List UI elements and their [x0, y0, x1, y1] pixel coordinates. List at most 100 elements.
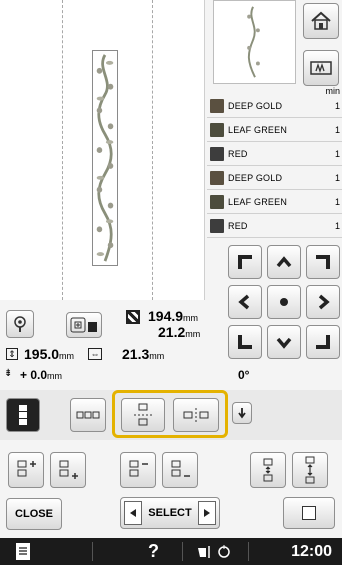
guide-line-right [152, 0, 153, 300]
stack-horizontal-icon [76, 411, 100, 419]
spacing-value: + 0.0mm [20, 368, 63, 382]
close-button[interactable]: CLOSE [6, 498, 62, 530]
embroidery-frame-button[interactable] [303, 50, 339, 86]
remove-top-button[interactable] [120, 452, 156, 488]
corner-down-left-icon [238, 335, 252, 349]
spacing-increase-button[interactable] [292, 452, 328, 488]
spacing-wide-icon [305, 456, 315, 484]
center-button[interactable] [267, 285, 301, 319]
thread-row[interactable]: RED 1 [207, 214, 342, 238]
thread-name: RED [228, 148, 248, 159]
add-bottom-button[interactable] [50, 452, 86, 488]
vine-pattern [92, 50, 118, 266]
move-up-button[interactable] [267, 245, 301, 279]
status-separator [248, 542, 249, 561]
angle-value: 0° [238, 368, 250, 382]
help-button[interactable]: ? [148, 541, 159, 562]
mode-highlight-frame [112, 390, 228, 438]
status-separator [92, 542, 93, 561]
thread-swatch [210, 98, 224, 113]
thread-swatch [210, 122, 224, 137]
spacing-icon: ⇟ [4, 368, 13, 379]
add-above-icon [17, 460, 36, 477]
thread-row[interactable]: LEAF GREEN 1 [207, 118, 342, 142]
document-icon[interactable] [16, 543, 30, 560]
corner-up-right-icon [316, 255, 330, 269]
move-left-button[interactable] [228, 285, 262, 319]
thread-count: 1 [334, 148, 340, 159]
center-dot-icon [280, 298, 288, 306]
download-button[interactable] [232, 402, 252, 424]
total-height-value: 195.0mm [24, 346, 75, 362]
down-arrow-icon [238, 408, 246, 419]
move-up-left-button[interactable] [228, 245, 262, 279]
guide-line-left [62, 0, 63, 300]
move-down-right-button[interactable] [306, 325, 340, 359]
frame-icon [310, 61, 332, 75]
magnifier-icon [14, 316, 26, 332]
thread-count: 1 [334, 172, 340, 183]
thread-color-list[interactable]: min DEEP GOLD 1 LEAF GREEN 1 RED 1 DEEP … [207, 86, 342, 238]
select-prev-button[interactable] [124, 501, 142, 525]
design-width-value: 21.2mm [158, 324, 201, 340]
status-bar: ? 12:00 [0, 538, 342, 565]
embroidery-preview[interactable] [0, 0, 205, 300]
mode-single-column-button[interactable] [6, 398, 40, 432]
move-down-left-button[interactable] [228, 325, 262, 359]
spacing-decrease-button[interactable] [250, 452, 286, 488]
design-height-value: 194.9mm [148, 308, 199, 324]
home-button[interactable] [303, 3, 339, 39]
thread-name: DEEP GOLD [228, 100, 283, 111]
size-icon [126, 310, 140, 324]
chevron-down-icon [276, 337, 292, 349]
thread-name: LEAF GREEN [228, 196, 288, 207]
mode-row-button[interactable] [70, 398, 106, 432]
select-next-button[interactable] [198, 501, 216, 525]
spacing-tight-icon [263, 458, 273, 482]
triangle-right-icon [204, 509, 210, 517]
corner-up-left-icon [238, 255, 252, 269]
add-below-icon [59, 460, 78, 479]
select-control: SELECT [120, 497, 220, 529]
thread-name: DEEP GOLD [228, 172, 283, 183]
chevron-up-icon [276, 256, 292, 268]
checkbox-icon [302, 506, 316, 520]
select-label: SELECT [148, 507, 192, 519]
chevron-left-icon [238, 294, 250, 310]
thread-row[interactable]: LEAF GREEN 1 [207, 190, 342, 214]
move-right-button[interactable] [306, 285, 340, 319]
chevron-right-icon [318, 294, 330, 310]
status-separator [182, 542, 183, 561]
corner-down-right-icon [316, 335, 330, 349]
sewing-status-icon [196, 542, 236, 562]
move-up-right-button[interactable] [306, 245, 340, 279]
total-width-value: 21.3mm [122, 346, 165, 362]
thread-swatch [210, 194, 224, 209]
thread-swatch [210, 146, 224, 161]
thread-row[interactable]: DEEP GOLD 1 [207, 94, 342, 118]
width-arrow-icon: ⇔ [88, 348, 102, 360]
remove-above-icon [129, 460, 148, 477]
move-down-button[interactable] [267, 325, 301, 359]
frame-layout-icon [70, 317, 97, 333]
remove-bottom-button[interactable] [162, 452, 198, 488]
add-top-button[interactable] [8, 452, 44, 488]
pattern-thumbnail [213, 0, 296, 84]
thread-count: 1 [334, 220, 340, 231]
thread-count: 1 [334, 196, 340, 207]
thread-swatch [210, 170, 224, 185]
remove-below-icon [171, 460, 190, 477]
zoom-button[interactable] [6, 310, 34, 338]
thread-row[interactable]: RED 1 [207, 142, 342, 166]
home-icon [311, 11, 331, 30]
thread-row[interactable]: DEEP GOLD 1 [207, 166, 342, 190]
thread-swatch [210, 218, 224, 233]
clock: 12:00 [291, 543, 332, 560]
thread-name: LEAF GREEN [228, 124, 288, 135]
confirm-button[interactable] [283, 497, 335, 529]
height-arrow-icon: ⇕ [6, 348, 18, 360]
thread-count: 1 [334, 100, 340, 111]
frame-display-button[interactable] [66, 312, 102, 338]
stack-vertical-icon [19, 405, 27, 425]
triangle-left-icon [130, 509, 136, 517]
